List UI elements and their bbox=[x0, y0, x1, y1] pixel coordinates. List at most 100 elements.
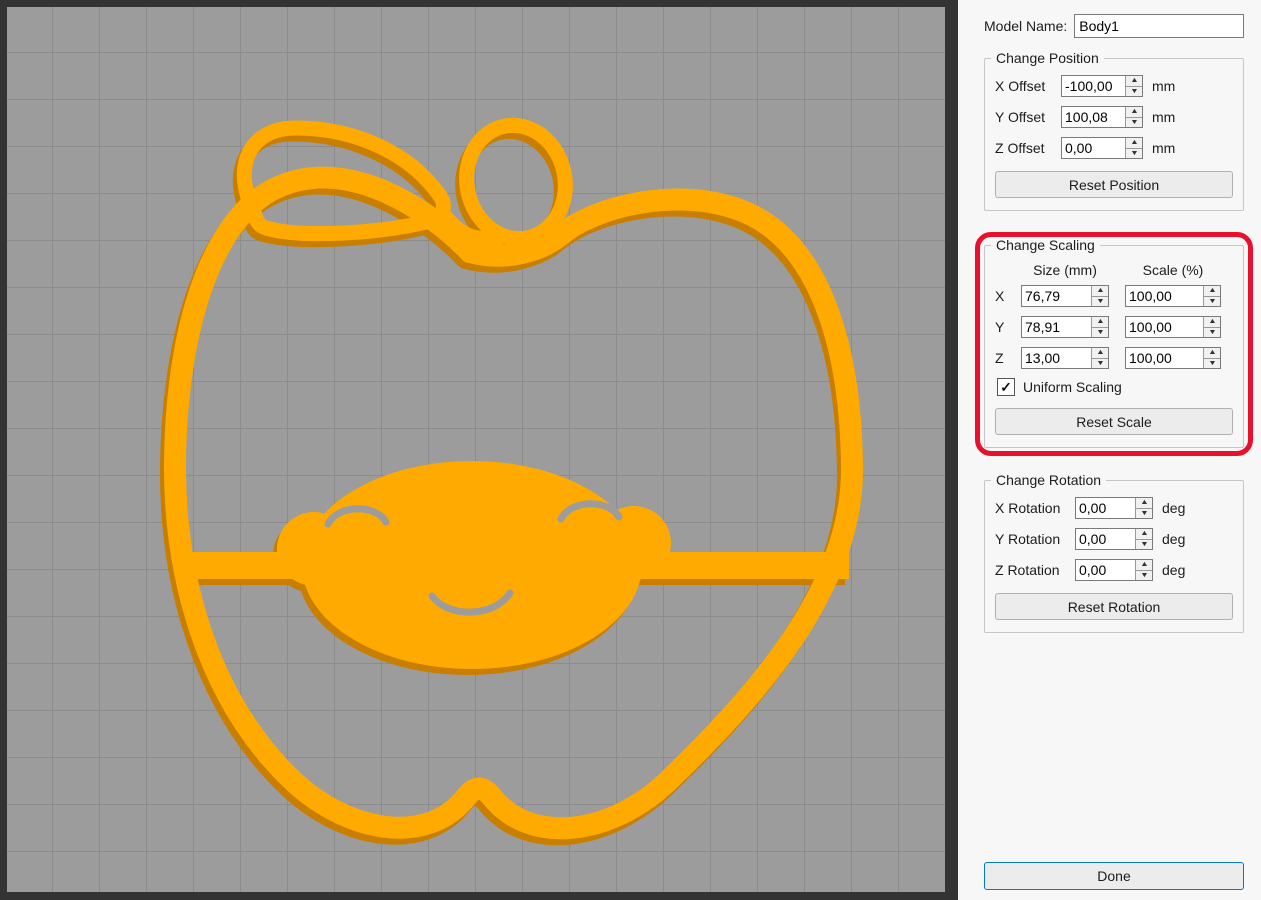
arrow-down-icon: ▼ bbox=[1095, 359, 1105, 367]
y-rotation-label: Y Rotation bbox=[995, 531, 1061, 547]
reset-rotation-button[interactable]: Reset Rotation bbox=[995, 593, 1233, 620]
x-offset-row: X Offset ▲ ▼ mm bbox=[995, 75, 1233, 97]
y-size-spinbox[interactable]: ▲ ▼ bbox=[1021, 316, 1109, 338]
x-axis-label: X bbox=[995, 288, 1005, 304]
spin-down-button[interactable]: ▼ bbox=[1136, 508, 1152, 518]
x-scale-spinbox[interactable]: ▲ ▼ bbox=[1125, 285, 1221, 307]
z-rotation-spin-buttons: ▲ ▼ bbox=[1135, 560, 1152, 580]
z-size-input[interactable] bbox=[1022, 348, 1091, 368]
arrow-down-icon: ▼ bbox=[1095, 328, 1105, 336]
y-scale-input[interactable] bbox=[1126, 317, 1203, 337]
y-scale-spinbox[interactable]: ▲ ▼ bbox=[1125, 316, 1221, 338]
model-render bbox=[159, 117, 864, 846]
z-rotation-input[interactable] bbox=[1076, 560, 1135, 580]
spin-up-button[interactable]: ▲ bbox=[1092, 286, 1108, 297]
spin-up-button[interactable]: ▲ bbox=[1092, 317, 1108, 328]
x-size-spin-buttons: ▲ ▼ bbox=[1091, 286, 1108, 306]
x-size-input[interactable] bbox=[1022, 286, 1091, 306]
panel-spacer bbox=[984, 633, 1244, 862]
spin-down-button[interactable]: ▼ bbox=[1204, 358, 1220, 368]
model-surface bbox=[163, 117, 864, 840]
arrow-down-icon: ▼ bbox=[1139, 540, 1149, 548]
x-rotation-unit: deg bbox=[1162, 500, 1186, 516]
x-rotation-label: X Rotation bbox=[995, 500, 1061, 516]
arrow-down-icon: ▼ bbox=[1207, 297, 1217, 305]
x-rotation-spin-buttons: ▲ ▼ bbox=[1135, 498, 1152, 518]
left-cheek bbox=[277, 512, 351, 586]
model-name-row: Model Name: bbox=[984, 14, 1244, 38]
spin-up-button[interactable]: ▲ bbox=[1092, 348, 1108, 359]
uniform-scaling-checkbox[interactable]: ✓ bbox=[997, 378, 1015, 396]
arrow-up-icon: ▲ bbox=[1207, 287, 1217, 295]
spin-down-button[interactable]: ▼ bbox=[1126, 117, 1142, 127]
arrow-up-icon: ▲ bbox=[1129, 108, 1139, 116]
spin-up-button[interactable]: ▲ bbox=[1126, 76, 1142, 87]
z-offset-input[interactable] bbox=[1062, 138, 1125, 158]
y-scale-spin-buttons: ▲ ▼ bbox=[1203, 317, 1220, 337]
z-offset-spin-buttons: ▲ ▼ bbox=[1125, 138, 1142, 158]
spin-up-button[interactable]: ▲ bbox=[1136, 498, 1152, 509]
spin-up-button[interactable]: ▲ bbox=[1136, 529, 1152, 540]
spin-down-button[interactable]: ▼ bbox=[1092, 296, 1108, 306]
spin-down-button[interactable]: ▼ bbox=[1126, 86, 1142, 96]
z-size-spinbox[interactable]: ▲ ▼ bbox=[1021, 347, 1109, 369]
z-offset-row: Z Offset ▲ ▼ mm bbox=[995, 137, 1233, 159]
change-position-title: Change Position bbox=[991, 50, 1104, 66]
done-button[interactable]: Done bbox=[984, 862, 1244, 890]
spin-down-button[interactable]: ▼ bbox=[1092, 327, 1108, 337]
z-rotation-label: Z Rotation bbox=[995, 562, 1060, 578]
apple-cookie-cutter-model bbox=[159, 117, 864, 846]
y-rotation-input[interactable] bbox=[1076, 529, 1135, 549]
arrow-up-icon: ▲ bbox=[1139, 561, 1149, 569]
change-rotation-group: Change Rotation X Rotation ▲ ▼ deg Y Rot… bbox=[984, 472, 1244, 633]
spin-up-button[interactable]: ▲ bbox=[1126, 138, 1142, 149]
x-offset-spin-buttons: ▲ ▼ bbox=[1125, 76, 1142, 96]
z-axis-label: Z bbox=[995, 350, 1004, 366]
x-size-spinbox[interactable]: ▲ ▼ bbox=[1021, 285, 1109, 307]
z-offset-spinbox[interactable]: ▲ ▼ bbox=[1061, 137, 1143, 159]
y-offset-spinbox[interactable]: ▲ ▼ bbox=[1061, 106, 1143, 128]
spin-down-button[interactable]: ▼ bbox=[1092, 358, 1108, 368]
z-scale-input[interactable] bbox=[1126, 348, 1203, 368]
x-offset-label: X Offset bbox=[995, 78, 1046, 94]
viewport-3d-canvas[interactable] bbox=[7, 7, 945, 892]
x-offset-input[interactable] bbox=[1062, 76, 1125, 96]
spin-up-button[interactable]: ▲ bbox=[1204, 286, 1220, 297]
spin-up-button[interactable]: ▲ bbox=[1204, 317, 1220, 328]
arrow-up-icon: ▲ bbox=[1207, 318, 1217, 326]
x-rotation-spinbox[interactable]: ▲ ▼ bbox=[1075, 497, 1153, 519]
spin-up-button[interactable]: ▲ bbox=[1204, 348, 1220, 359]
spin-down-button[interactable]: ▼ bbox=[1204, 296, 1220, 306]
reset-scale-button[interactable]: Reset Scale bbox=[995, 408, 1233, 435]
y-scale-row: Y ▲ ▼ ▲ ▼ bbox=[995, 316, 1233, 338]
x-scale-input[interactable] bbox=[1126, 286, 1203, 306]
arrow-up-icon: ▲ bbox=[1139, 530, 1149, 538]
arrow-up-icon: ▲ bbox=[1129, 139, 1139, 147]
check-icon: ✓ bbox=[1000, 379, 1012, 395]
spin-down-button[interactable]: ▼ bbox=[1204, 327, 1220, 337]
z-scale-spin-buttons: ▲ ▼ bbox=[1203, 348, 1220, 368]
z-rotation-spinbox[interactable]: ▲ ▼ bbox=[1075, 559, 1153, 581]
spin-up-button[interactable]: ▲ bbox=[1136, 560, 1152, 571]
uniform-scaling-label: Uniform Scaling bbox=[1023, 379, 1122, 395]
spin-down-button[interactable]: ▼ bbox=[1136, 539, 1152, 549]
z-rotation-unit: deg bbox=[1162, 562, 1186, 578]
uniform-scaling-row: ✓ Uniform Scaling bbox=[997, 378, 1233, 396]
y-size-input[interactable] bbox=[1022, 317, 1091, 337]
arrow-up-icon: ▲ bbox=[1139, 499, 1149, 507]
z-scale-spinbox[interactable]: ▲ ▼ bbox=[1125, 347, 1221, 369]
change-scaling-wrap: Change Scaling Size (mm) Scale (%) X ▲ ▼ bbox=[975, 232, 1253, 456]
spin-down-button[interactable]: ▼ bbox=[1136, 570, 1152, 580]
x-rotation-input[interactable] bbox=[1076, 498, 1135, 518]
viewport-frame bbox=[0, 0, 958, 900]
x-offset-unit: mm bbox=[1152, 78, 1176, 94]
x-offset-spinbox[interactable]: ▲ ▼ bbox=[1061, 75, 1143, 97]
spin-up-button[interactable]: ▲ bbox=[1126, 107, 1142, 118]
scale-column-header: Scale (%) bbox=[1142, 262, 1204, 278]
y-offset-input[interactable] bbox=[1062, 107, 1125, 127]
spin-down-button[interactable]: ▼ bbox=[1126, 148, 1142, 158]
y-rotation-spinbox[interactable]: ▲ ▼ bbox=[1075, 528, 1153, 550]
z-scale-row: Z ▲ ▼ ▲ ▼ bbox=[995, 347, 1233, 369]
reset-position-button[interactable]: Reset Position bbox=[995, 171, 1233, 198]
model-name-input[interactable] bbox=[1074, 14, 1244, 38]
